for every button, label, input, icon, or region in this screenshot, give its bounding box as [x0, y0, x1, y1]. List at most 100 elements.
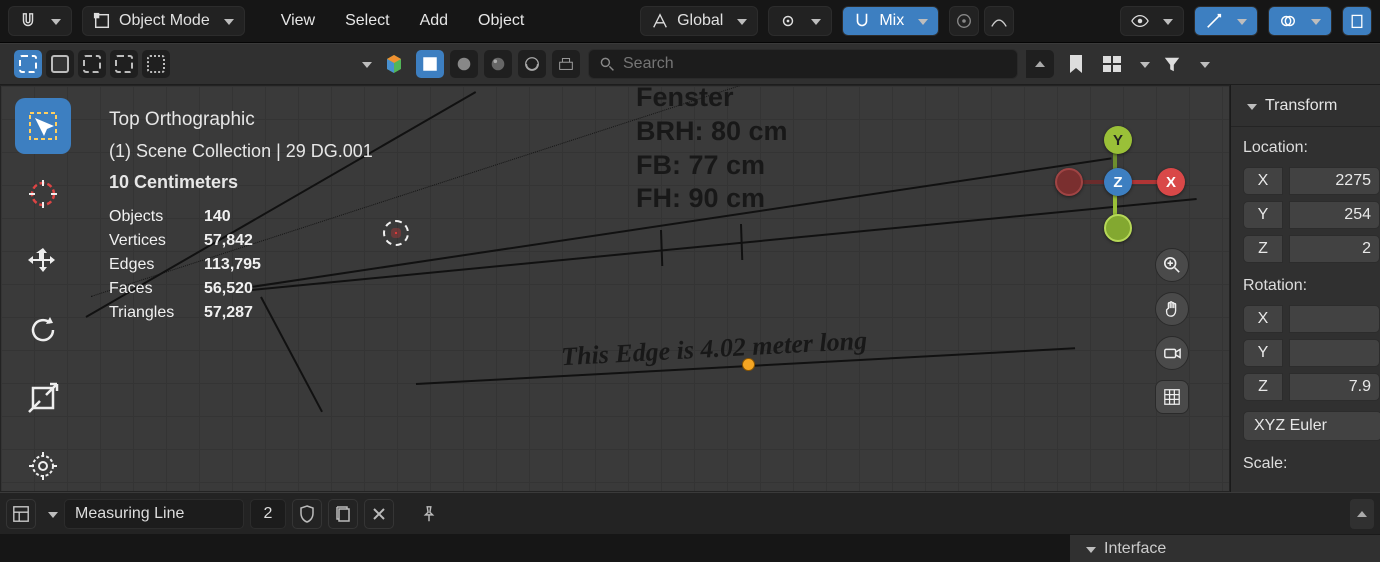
panel-title: Transform: [1265, 97, 1337, 115]
unlink-button[interactable]: [364, 499, 394, 529]
menu-add[interactable]: Add: [410, 12, 458, 30]
proportional-edit[interactable]: [949, 6, 979, 36]
tool-cursor[interactable]: [15, 166, 71, 222]
shading-compositor[interactable]: [552, 50, 580, 78]
rot-y-field[interactable]: [1289, 339, 1380, 367]
menu-object[interactable]: Object: [468, 12, 534, 30]
search-icon: [599, 56, 615, 72]
loc-y-field[interactable]: 254: [1289, 201, 1380, 229]
layout-dropdown[interactable]: [1134, 55, 1150, 73]
editor-type-button[interactable]: [6, 499, 36, 529]
camera-icon: [1163, 344, 1181, 362]
object-users-count[interactable]: 2: [250, 499, 286, 529]
overlays-toggle[interactable]: [1268, 6, 1332, 36]
collection-color-icon[interactable]: [380, 50, 408, 78]
select-invert[interactable]: [110, 50, 138, 78]
select-extend[interactable]: [46, 50, 74, 78]
camera-view-button[interactable]: [1155, 336, 1189, 370]
tool-transform[interactable]: [15, 438, 71, 492]
loc-z-label: Z: [1243, 235, 1283, 263]
perspective-toggle-button[interactable]: [1155, 380, 1189, 414]
menu-view[interactable]: View: [271, 12, 325, 30]
tool-move[interactable]: [15, 234, 71, 290]
panel-header-transform[interactable]: Transform: [1231, 85, 1380, 127]
new-object-button[interactable]: [328, 499, 358, 529]
snap-toggle[interactable]: Mix: [842, 6, 939, 36]
3d-viewport[interactable]: Fenster BRH: 80 cm FB: 77 cm FH: 90 cm T…: [0, 85, 1230, 492]
proportional-falloff[interactable]: [984, 6, 1014, 36]
xray-toggle[interactable]: [1342, 6, 1372, 36]
eye-icon: [1131, 12, 1149, 30]
tool-rotate[interactable]: [15, 302, 71, 358]
3d-cursor-icon: [381, 218, 411, 248]
fake-user-button[interactable]: [292, 499, 322, 529]
pin-button[interactable]: [414, 499, 444, 529]
pivot-icon: [779, 12, 797, 30]
snap-magnet-dropdown[interactable]: [8, 6, 72, 36]
gizmo-axis-y[interactable]: Y: [1104, 126, 1132, 154]
tool-scale[interactable]: [15, 370, 71, 426]
rotation-label: Rotation:: [1243, 273, 1380, 299]
scale-label: Scale:: [1243, 451, 1380, 477]
unit-label: 10 Centimeters: [109, 167, 373, 198]
pivot-point[interactable]: [768, 6, 832, 36]
active-object-field[interactable]: Measuring Line: [64, 499, 244, 529]
filter-icon[interactable]: [1158, 50, 1186, 78]
gizmo-axis-neg-x[interactable]: [1055, 168, 1083, 196]
shading-solid[interactable]: [450, 50, 478, 78]
pin-icon: [420, 505, 438, 523]
search-box[interactable]: [588, 49, 1018, 79]
select-intersect[interactable]: [142, 50, 170, 78]
clipboard-icon: [1349, 13, 1365, 29]
header-secondary: [0, 43, 1380, 85]
snap-icon: [853, 12, 871, 30]
collection-dropdown[interactable]: [356, 55, 372, 73]
proportional-icon: [955, 12, 973, 30]
search-dropdown[interactable]: [1026, 50, 1054, 78]
gizmo-axis-x[interactable]: X: [1157, 168, 1185, 196]
transform-orientation[interactable]: Global: [640, 6, 758, 36]
toolbar-vertical: [15, 98, 71, 492]
location-label: Location:: [1243, 135, 1380, 161]
n-panel: Transform Location: X2275 Y254 Z2 Rotati…: [1230, 85, 1380, 492]
overlays-icon: [1279, 12, 1297, 30]
gizmo-axis-z[interactable]: Z: [1104, 168, 1132, 196]
bookmark-icon[interactable]: [1062, 50, 1090, 78]
pan-button[interactable]: [1155, 292, 1189, 326]
shading-rendered[interactable]: [518, 50, 546, 78]
search-input[interactable]: [623, 55, 1007, 73]
duplicate-icon: [335, 505, 351, 523]
visibility-dropdown[interactable]: [1120, 6, 1184, 36]
falloff-icon: [990, 12, 1008, 30]
layout-icon[interactable]: [1098, 50, 1126, 78]
scroll-up-hint[interactable]: [1350, 499, 1374, 529]
close-icon: [371, 506, 387, 522]
chevron-down-icon: [1241, 97, 1257, 115]
rot-x-field[interactable]: [1289, 305, 1380, 333]
loc-z-field[interactable]: 2: [1289, 235, 1380, 263]
filter-dropdown[interactable]: [1194, 55, 1210, 73]
menu-select[interactable]: Select: [335, 12, 399, 30]
select-new[interactable]: [14, 50, 42, 78]
loc-x-field[interactable]: 2275: [1289, 167, 1380, 195]
rot-z-field[interactable]: 7.9: [1289, 373, 1380, 401]
outliner-icon: [12, 505, 30, 523]
zoom-button[interactable]: [1155, 248, 1189, 282]
navigation-gizmo[interactable]: Y X Z: [1049, 126, 1189, 266]
interface-panel-header[interactable]: Interface: [1070, 534, 1380, 562]
editor-type-dropdown[interactable]: [42, 505, 58, 523]
chevron-down-icon: [1080, 540, 1096, 558]
select-subtract[interactable]: [78, 50, 106, 78]
object-origin-icon: [742, 358, 755, 371]
active-object-name: Measuring Line: [75, 505, 184, 523]
tool-select-box[interactable]: [15, 98, 71, 154]
shading-matpreview[interactable]: [484, 50, 512, 78]
gizmo-toggle[interactable]: [1194, 6, 1258, 36]
shield-icon: [299, 505, 315, 523]
outliner-header: Measuring Line 2: [0, 492, 1380, 534]
mode-selector[interactable]: Object Mode: [82, 6, 245, 36]
shading-wireframe[interactable]: [416, 50, 444, 78]
object-mode-icon: [93, 12, 111, 30]
gizmo-axis-neg-y[interactable]: [1104, 214, 1132, 242]
rotation-mode-field[interactable]: XYZ Euler: [1243, 411, 1380, 441]
